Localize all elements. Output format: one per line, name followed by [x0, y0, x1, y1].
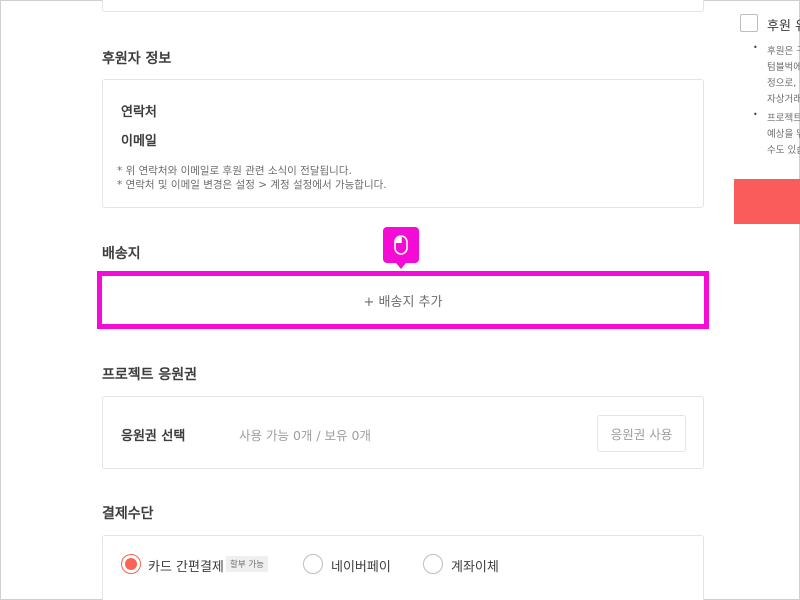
policy-line: 텀블벅에 [767, 62, 800, 73]
coupon-title: 프로젝트 응원권 [102, 367, 198, 383]
sponsor-note-2: * 연락처 및 이메일 변경은 설정 > 계정 설정에서 가능합니다. [117, 179, 387, 191]
agree-label: 후원 유 [767, 19, 800, 34]
sponsor-info-box: 연락처 이메일 * 위 연락처와 이메일로 후원 관련 소식이 전달됩니다. *… [102, 79, 704, 208]
coupon-box: 응원권 선택 사용 가능 0개 / 보유 0개 응원권 사용 [102, 396, 704, 469]
bullet-icon: • [753, 43, 758, 52]
payment-label-card[interactable]: 카드 간편결제 [148, 556, 224, 575]
payment-radio-naverpay[interactable] [303, 554, 323, 574]
email-label: 이메일 [121, 134, 157, 149]
sponsor-note-1: * 위 연락처와 이메일로 후원 관련 소식이 전달됩니다. [117, 165, 352, 177]
policy-line: 예상을 뛰 [767, 129, 800, 140]
installment-badge: 할부 가능 [226, 556, 268, 572]
policy-line: 정으로, [767, 78, 797, 89]
policy-line: 자상거래 [767, 94, 800, 105]
sponsor-info-title: 후원자 정보 [102, 51, 172, 67]
policy-line: 후원은 구 [767, 46, 800, 57]
add-shipping-address-button[interactable]: + 배송지 추가 [97, 271, 709, 329]
coupon-select-label: 응원권 선택 [121, 429, 186, 444]
shipping-title: 배송지 [102, 246, 141, 262]
payment-label-bank-transfer[interactable]: 계좌이체 [451, 556, 499, 575]
payment-title: 결제수단 [102, 506, 154, 522]
payment-radio-bank-transfer[interactable] [423, 554, 443, 574]
sponsor-submit-button[interactable] [734, 179, 800, 224]
previous-section-box [102, 0, 704, 12]
policy-line: 프로젝트 [767, 113, 800, 124]
coupon-availability: 사용 가능 0개 / 보유 0개 [239, 428, 371, 443]
mouse-icon [383, 227, 419, 269]
contact-label: 연락처 [121, 105, 157, 120]
bullet-icon: • [753, 110, 758, 119]
agree-checkbox[interactable] [740, 14, 758, 32]
policy-line: 수도 있습 [767, 145, 800, 156]
payment-radio-card[interactable] [121, 554, 141, 574]
use-coupon-button[interactable]: 응원권 사용 [597, 415, 686, 452]
order-summary-panel: 후원 유 • 후원은 구 텀블벅에 정으로, 자상거래 • 프로젝트 예상을 뛰… [723, 1, 800, 600]
payment-methods-box: 카드 간편결제 할부 가능 네이버페이 계좌이체 [102, 535, 704, 600]
add-shipping-address-label: + 배송지 추가 [363, 294, 443, 310]
payment-label-naverpay[interactable]: 네이버페이 [331, 556, 391, 575]
